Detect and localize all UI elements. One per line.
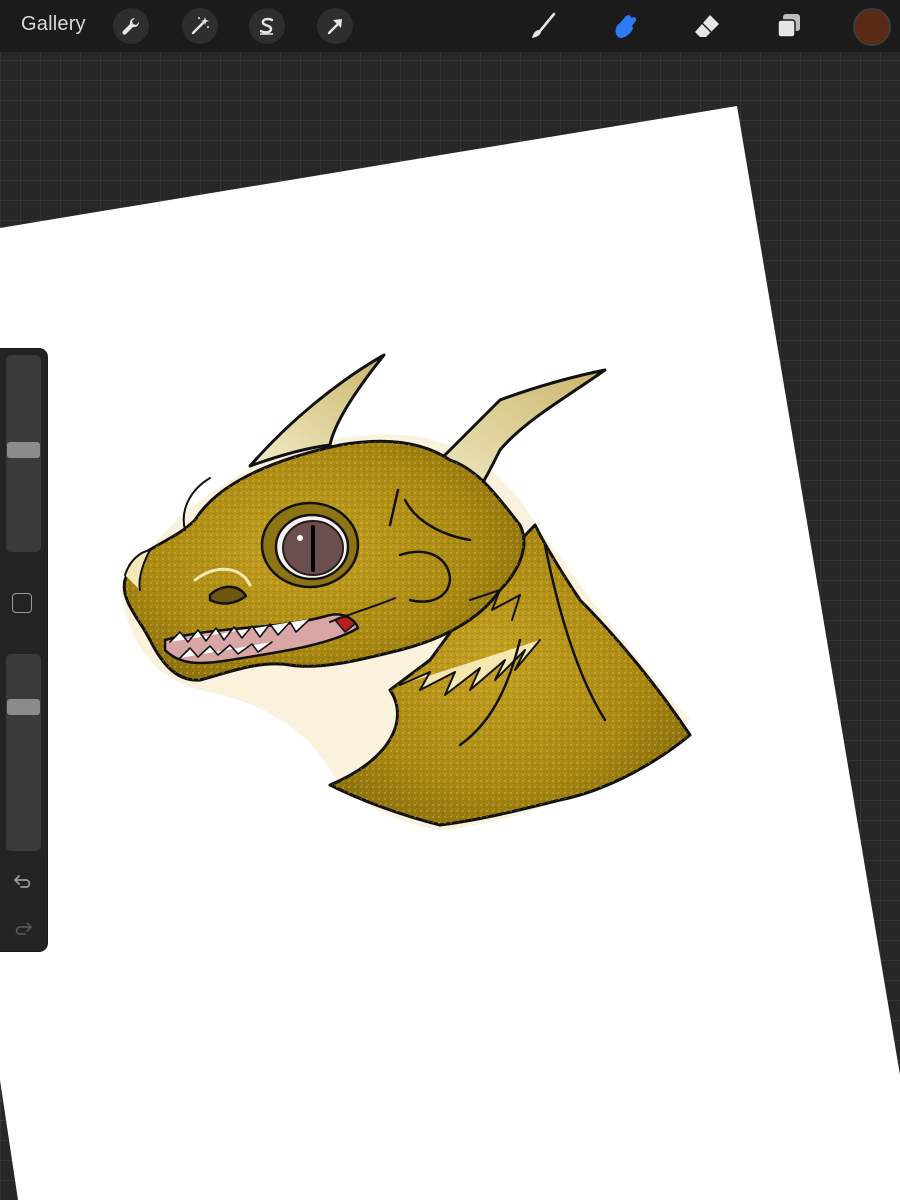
layers-icon <box>777 14 800 38</box>
modify-square-icon[interactable] <box>12 593 32 613</box>
opacity-thumb[interactable] <box>7 699 40 716</box>
layers-button[interactable] <box>771 8 807 44</box>
magic-wand-icon <box>191 17 209 35</box>
redo-icon <box>15 922 32 935</box>
selection-button[interactable] <box>249 8 285 44</box>
adjustments-button[interactable] <box>182 8 218 44</box>
top-toolbar: Gallery <box>0 0 900 52</box>
drawing-canvas[interactable] <box>0 0 900 1200</box>
selection-s-icon <box>259 17 274 35</box>
eraser-icon <box>695 15 719 37</box>
transform-button[interactable] <box>317 8 353 44</box>
brush-icon <box>532 12 556 38</box>
actions-button[interactable] <box>113 8 149 44</box>
undo-button[interactable] <box>9 867 37 895</box>
wrench-icon <box>122 17 140 35</box>
brush-size-slider[interactable] <box>6 355 41 552</box>
left-sidebar <box>0 349 47 951</box>
smudge-finger-icon <box>615 14 637 38</box>
brush-size-thumb[interactable] <box>7 441 40 458</box>
eraser-tool-button[interactable] <box>689 8 725 44</box>
smudge-tool-button[interactable] <box>607 8 643 44</box>
arrow-cursor-icon <box>327 19 342 35</box>
undo-icon <box>14 875 31 888</box>
opacity-slider[interactable] <box>6 654 41 851</box>
redo-button[interactable] <box>9 914 37 942</box>
color-picker-button[interactable] <box>853 8 891 46</box>
canvas-workspace[interactable]: Gallery <box>0 0 900 1200</box>
brush-tool-button[interactable] <box>525 8 561 44</box>
gallery-button[interactable]: Gallery <box>21 13 86 36</box>
